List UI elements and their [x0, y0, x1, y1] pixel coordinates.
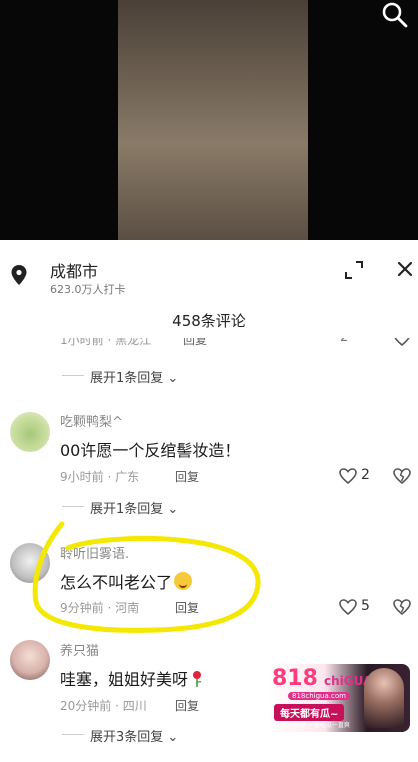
- heart-icon: [339, 468, 357, 485]
- like-count: 2: [361, 467, 370, 483]
- rose-emoji-icon: [193, 671, 202, 687]
- comment-meta: 9小时前 · 广东: [60, 470, 140, 484]
- ad-slogan-sub: 吃瓜一时爽 一直吃瓜一直爽: [276, 722, 350, 729]
- expand-replies-button[interactable]: 展开1条回复 ⌄: [90, 498, 178, 517]
- comment-text: 哇塞，姐姐好美呀: [60, 666, 202, 690]
- close-icon[interactable]: [394, 258, 416, 280]
- search-icon[interactable]: [380, 0, 410, 30]
- dislike-icon[interactable]: [392, 466, 412, 486]
- like-button[interactable]: 2: [338, 466, 378, 488]
- expand-divider: [62, 734, 84, 735]
- expand-replies-button[interactable]: 展开3条回复 ⌄: [90, 726, 178, 745]
- comment-username[interactable]: 吃颗鸭梨^: [60, 411, 123, 430]
- reply-button[interactable]: 回复: [175, 468, 199, 485]
- video-player[interactable]: [0, 0, 418, 240]
- watermark-ad-badge: 818 chiGUA 818chigua.com 每天都有瓜~ 吃瓜一时爽 一直…: [268, 664, 410, 732]
- location-pin-icon: [11, 265, 27, 285]
- partial-comment: 1小时前 · 黑龙江 回复 2: [0, 338, 418, 352]
- reply-button[interactable]: 回复: [183, 338, 207, 348]
- like-count: 5: [361, 598, 370, 614]
- location-checkins: 623.0万人打卡: [50, 283, 126, 296]
- location-name: 成都市: [50, 262, 99, 281]
- ad-site: 818chigua.com: [288, 692, 350, 700]
- like-count: 2: [340, 338, 348, 345]
- comment-username[interactable]: 养只猫: [60, 640, 99, 659]
- like-button[interactable]: 5: [338, 597, 378, 619]
- location-header[interactable]: 成都市 623.0万人打卡: [0, 240, 418, 302]
- avatar[interactable]: [10, 640, 50, 680]
- expand-replies-button[interactable]: 展开1条回复 ⌄: [90, 367, 178, 386]
- dislike-icon[interactable]: [392, 338, 412, 348]
- highlight-circle: [32, 521, 261, 633]
- ad-figure: [364, 668, 404, 728]
- expand-divider: [62, 375, 84, 376]
- avatar[interactable]: [10, 412, 50, 452]
- comment-count: 458条评论: [172, 312, 246, 330]
- comment-meta: 1小时前 · 黑龙江: [60, 338, 152, 347]
- ad-slogan: 每天都有瓜~: [274, 704, 345, 721]
- ad-logo: 818: [272, 666, 318, 691]
- heart-icon: [339, 599, 357, 616]
- dislike-icon[interactable]: [392, 597, 412, 617]
- reply-button[interactable]: 回复: [175, 697, 199, 714]
- expand-divider: [62, 506, 84, 507]
- video-frame: [118, 0, 308, 240]
- comment-text: 00许愿一个反绾髻妆造！: [60, 441, 241, 460]
- comment-meta: 20分钟前 · 四川: [60, 699, 147, 713]
- fullscreen-icon[interactable]: [342, 258, 366, 282]
